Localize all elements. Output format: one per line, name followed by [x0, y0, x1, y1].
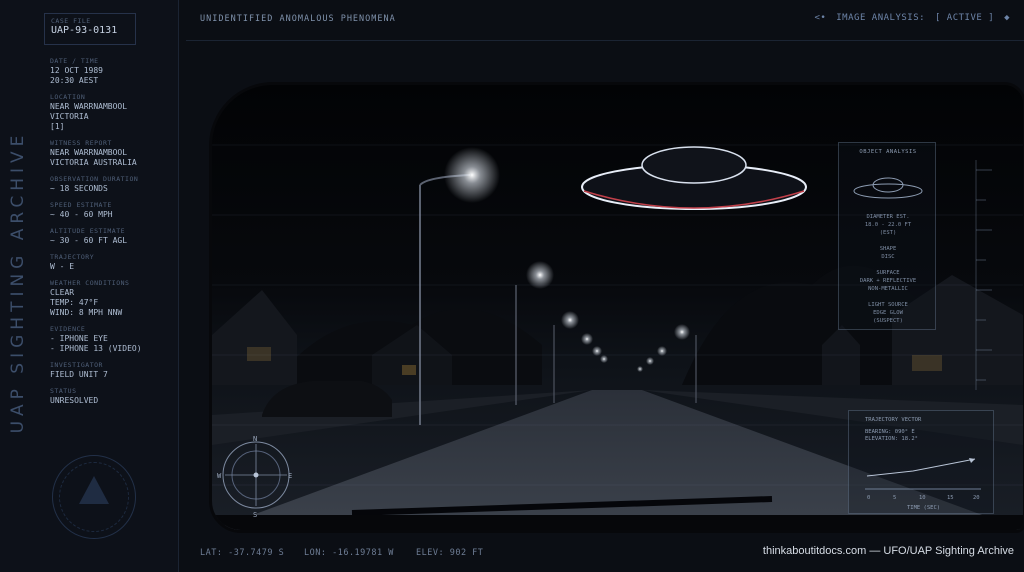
object-analysis-line: DISC [881, 254, 895, 260]
object-analysis-line: SHAPE [879, 246, 897, 252]
case-field: STATUS UNRESOLVED [50, 387, 174, 406]
case-field: ALTITUDE ESTIMATE ~ 30 - 60 FT AGL [50, 227, 174, 246]
case-file-box: CASE FILE UAP-93-0131 [44, 13, 136, 45]
case-field-value: ~ 30 - 60 FT AGL [50, 236, 128, 245]
trajectory-tick-2: 10 [919, 495, 926, 501]
case-field-label: OBSERVATION DURATION [50, 175, 139, 183]
object-analysis-title: OBJECT ANALYSIS [859, 149, 917, 155]
object-analysis-line: DARK + REFLECTIVE [859, 278, 917, 284]
case-field-label: WEATHER CONDITIONS [50, 279, 130, 287]
object-analysis-line: (SUSPECT) [873, 318, 903, 324]
trajectory-axis-label: TIME (SEC) [907, 505, 941, 511]
object-analysis-line: DIAMETER EST. [866, 214, 910, 220]
archive-vertical-title: UAP SIGHTING ARCHIVE [8, 130, 28, 434]
object-analysis-line: LIGHT SOURCE [868, 302, 908, 308]
trajectory-title: TRAJECTORY VECTOR [865, 417, 922, 423]
case-field: SPEED ESTIMATE ~ 40 - 60 MPH [50, 201, 174, 220]
compass-w: W [217, 472, 222, 480]
trajectory-tick-1: 5 [893, 495, 897, 501]
case-field-value: W - E [50, 262, 75, 271]
case-field-value: UNRESOLVED [50, 396, 99, 405]
case-field-value: ~ 18 SECONDS [50, 184, 108, 193]
app-frame: UAP SIGHTING ARCHIVE CASE FILE UAP-93-01… [0, 0, 1024, 572]
status-badge: [ ACTIVE ] [934, 13, 995, 23]
trajectory-tick-3: 15 [947, 495, 954, 501]
case-field-label: ALTITUDE ESTIMATE [50, 227, 126, 235]
ufo-wireframe-icon [853, 177, 923, 199]
case-field: INVESTIGATOR FIELD UNIT 7 [50, 361, 174, 380]
case-field-value: FIELD UNIT 7 [50, 370, 108, 379]
case-field-value: WIND: 8 MPH NNW [50, 308, 123, 317]
compass-icon: N S E W [217, 435, 292, 518]
case-field-value: [1] [50, 122, 65, 131]
case-fields: DATE / TIME 12 OCT 1989 20:30 AEST LOCATION… [50, 57, 174, 413]
case-field-value: NEAR WARRNAMBOOL [50, 102, 128, 111]
archive-seal-icon [52, 455, 136, 539]
altitude-scale [975, 160, 992, 390]
trajectory-bearing: BEARING: 090° E [865, 429, 915, 435]
case-field: OBSERVATION DURATION ~ 18 SECONDS [50, 175, 174, 194]
case-file-sidebar: UAP SIGHTING ARCHIVE CASE FILE UAP-93-01… [0, 0, 179, 572]
case-field-label: SPEED ESTIMATE [50, 201, 112, 209]
case-field-value: TEMP: 47°F [50, 298, 99, 307]
object-analysis-line: NON-METALLIC [868, 286, 908, 292]
case-field-value: VICTORIA AUSTRALIA [50, 158, 137, 167]
object-analysis-line: 18.0 - 22.0 FT [864, 222, 912, 228]
trajectory-tick-4: 20 [973, 495, 980, 501]
object-analysis-panel: OBJECT ANALYSIS DIAMETER EST. 18.0 - 22.0… [838, 142, 936, 330]
case-field-value: 12 OCT 1989 [50, 66, 103, 75]
case-field-label: TRAJECTORY [50, 253, 95, 261]
trajectory-elevation: ELEVATION: 18.2° [865, 436, 918, 442]
trajectory-tick-0: 0 [867, 495, 871, 501]
latitude-readout: LAT: -37.7479 S [200, 548, 285, 558]
case-field-value: 20:30 AEST [50, 76, 99, 85]
case-field-label: STATUS [50, 387, 77, 395]
source-credit: thinkaboutitdocs.com — UFO/UAP Sighting … [762, 545, 1014, 557]
case-field: TRAJECTORY W - E [50, 253, 174, 272]
compass-s: S [253, 511, 257, 518]
trajectory-graph [865, 458, 981, 490]
case-field: DATE / TIME 12 OCT 1989 20:30 AEST [50, 57, 174, 86]
trajectory-vector-panel: TRAJECTORY VECTOR BEARING: 090° E ELEVAT… [848, 410, 994, 514]
case-field: WEATHER CONDITIONS CLEAR TEMP: 47°F WIND: 8… [50, 279, 174, 318]
image-analysis-status: <• IMAGE ANALYSIS: [ ACTIVE ] ◆ [811, 13, 1011, 23]
object-analysis-line: (EST) [879, 230, 897, 236]
compass-n: N [253, 435, 257, 443]
case-field-value: NEAR WARRNAMBOOL [50, 148, 128, 157]
arrows-icon: <• [814, 13, 827, 23]
top-bar: UNIDENTIFIED ANOMALOUS PHENOMENA <• IMAG… [186, 0, 1024, 41]
case-field-label: INVESTIGATOR [50, 361, 103, 369]
case-field-value: - IPHONE EYE [50, 334, 108, 343]
page-title: UNIDENTIFIED ANOMALOUS PHENOMENA [200, 14, 396, 24]
case-field-label: LOCATION [50, 93, 86, 101]
object-analysis-line: EDGE GLOW [873, 310, 903, 316]
case-field-value: ~ 40 - 60 MPH [50, 210, 113, 219]
status-label: IMAGE ANALYSIS: [836, 13, 926, 23]
case-field: EVIDENCE - IPHONE EYE - IPHONE 13 (VIDEO) [50, 325, 174, 354]
case-field-value: - IPHONE 13 (VIDEO) [50, 344, 142, 353]
case-field: WITNESS REPORT NEAR WARRNAMBOOL VICTORIA A… [50, 139, 174, 168]
compass-e: E [288, 472, 292, 480]
case-field-label: EVIDENCE [50, 325, 86, 333]
dot-icon: ◆ [1004, 13, 1010, 23]
case-field-value: CLEAR [50, 288, 75, 297]
object-analysis-line: SURFACE [876, 270, 900, 276]
case-field-value: VICTORIA [50, 112, 89, 121]
case-field: LOCATION NEAR WARRNAMBOOL VICTORIA [1] [50, 93, 174, 132]
longitude-readout: LON: -16.19781 W [304, 548, 394, 558]
bottom-bar: LAT: -37.7479 S LON: -16.19781 W ELEV: 9… [186, 538, 1024, 572]
case-field-label: WITNESS REPORT [50, 139, 112, 147]
case-field-label: DATE / TIME [50, 57, 99, 65]
case-file-id: UAP-93-0131 [51, 25, 118, 36]
elevation-readout: ELEV: 902 FT [416, 548, 484, 558]
